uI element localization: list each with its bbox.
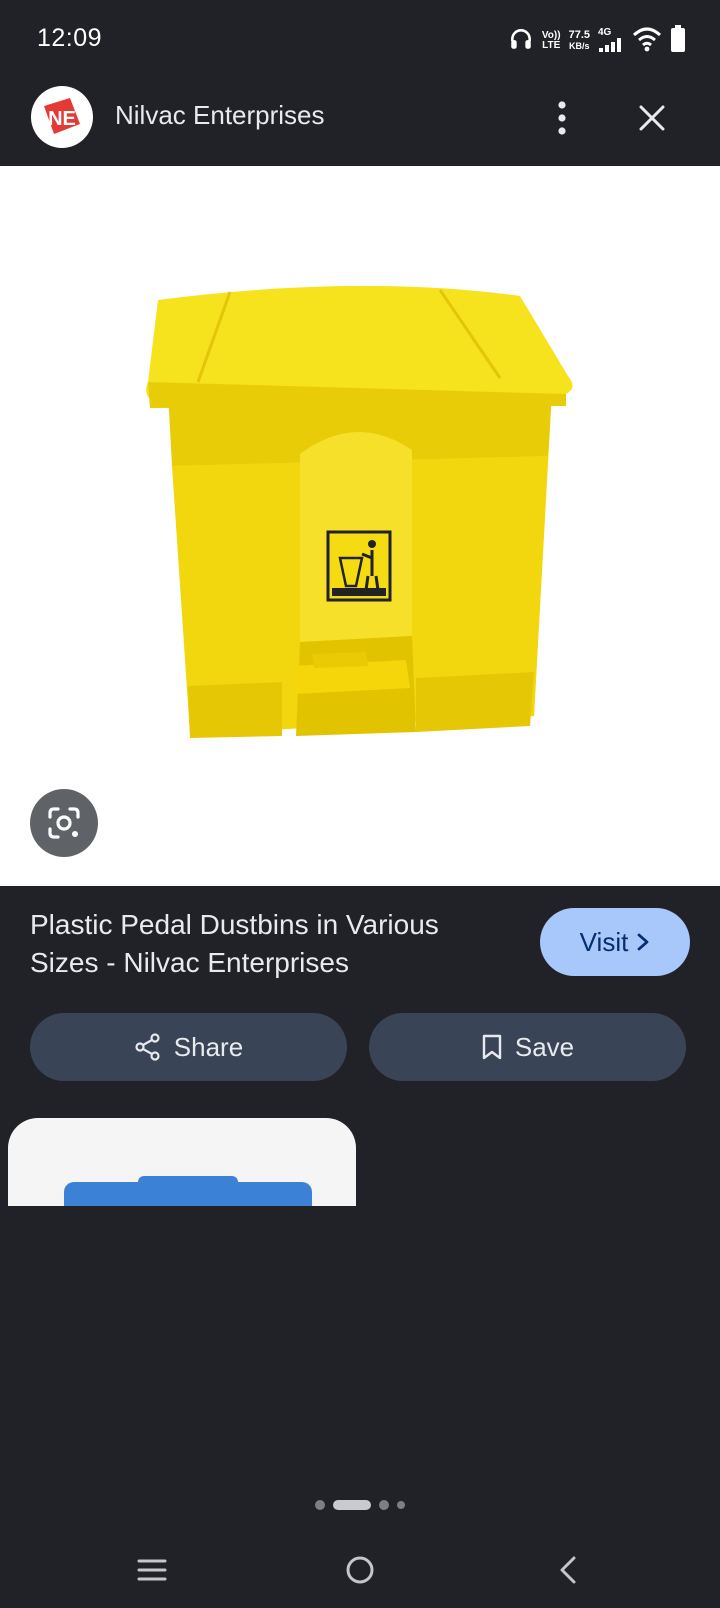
- recents-button[interactable]: [122, 1540, 182, 1600]
- ne-logo-icon: NE: [44, 98, 80, 134]
- close-button[interactable]: [630, 96, 674, 140]
- page-dot: [379, 1500, 389, 1510]
- page-dot: [397, 1501, 405, 1509]
- battery-icon: [670, 24, 686, 58]
- close-icon: [639, 105, 665, 131]
- google-lens-icon: [48, 807, 80, 839]
- site-logo[interactable]: NE: [31, 86, 93, 148]
- home-icon: [346, 1556, 374, 1584]
- system-nav-bar: [0, 1540, 720, 1608]
- share-icon: [135, 1033, 160, 1061]
- viewer-header: NE Nilvac Enterprises: [0, 82, 720, 166]
- bookmark-icon: [482, 1034, 502, 1060]
- blue-bin-lid: [64, 1182, 312, 1206]
- result-title[interactable]: Plastic Pedal Dustbins in Various Sizes …: [30, 906, 500, 982]
- page-indicator: [0, 1496, 720, 1514]
- page-dot-active: [333, 1500, 371, 1510]
- more-options-button[interactable]: [540, 96, 584, 140]
- chevron-right-icon: [637, 933, 649, 951]
- related-results-area: [0, 1206, 720, 1476]
- pedal-dustbin-image: [146, 285, 573, 738]
- wifi-icon: [632, 26, 662, 57]
- volte-indicator: Vo)) LTE: [541, 30, 561, 51]
- svg-text:NE: NE: [48, 108, 76, 130]
- product-image[interactable]: [0, 166, 720, 886]
- visit-label: Visit: [579, 926, 629, 957]
- related-image-thumbnail[interactable]: [8, 1118, 356, 1206]
- home-button[interactable]: [330, 1540, 390, 1600]
- more-vert-icon: [558, 101, 566, 135]
- status-bar: 12:09 Vo)) LTE 77.5 KB/s 4G: [0, 0, 720, 82]
- status-time: 12:09: [37, 24, 103, 52]
- site-name[interactable]: Nilvac Enterprises: [115, 100, 325, 131]
- back-icon: [560, 1556, 576, 1584]
- share-button[interactable]: Share: [30, 1013, 347, 1081]
- google-lens-button[interactable]: [30, 789, 98, 857]
- visit-button[interactable]: Visit: [540, 908, 690, 976]
- network-speed: 77.5 KB/s: [568, 29, 590, 52]
- save-label: Save: [514, 1031, 575, 1062]
- recents-icon: [137, 1559, 167, 1581]
- page-dot: [315, 1500, 325, 1510]
- signal-icon: 4G: [598, 27, 624, 55]
- share-label: Share: [173, 1031, 244, 1062]
- save-button[interactable]: Save: [369, 1013, 686, 1081]
- status-icons: Vo)) LTE 77.5 KB/s 4G: [508, 24, 686, 58]
- back-button[interactable]: [538, 1540, 598, 1600]
- headphones-icon: [508, 26, 534, 57]
